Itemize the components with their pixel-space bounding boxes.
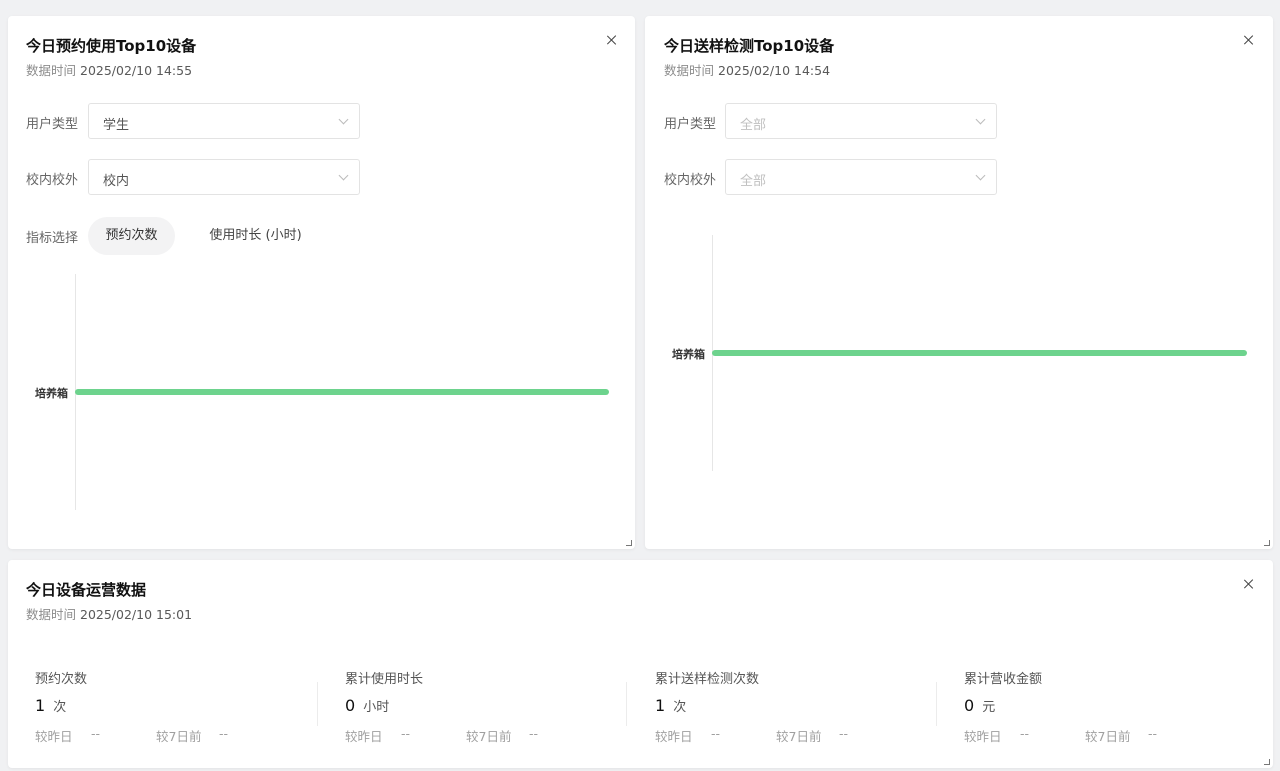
compare-yesterday-label: 较昨日 [655,729,693,744]
resize-handle-icon[interactable] [626,540,632,546]
compare-yesterday-value: -- [1020,726,1030,741]
stat-unit: 次 [673,700,687,715]
compare-yesterday-value: -- [711,726,721,741]
data-time-label: 数据时间 [26,607,77,622]
compare-week-label: 较7日前 [776,729,822,744]
stat-value: 1次 [655,696,686,715]
compare-week-value: -- [839,726,849,741]
stat-label: 累计送样检测次数 [655,672,760,687]
compare-yesterday-value: -- [401,726,411,741]
data-time-value: 2025/02/10 15:01 [80,607,193,622]
sample-test-top10-panel: 今日送样检测Top10设备 数据时间 2025/02/10 14:54 用户类型… [645,16,1273,549]
chart-bar[interactable] [712,350,1247,356]
stat-unit: 小时 [363,700,390,715]
stat-number: 1 [35,696,46,715]
stat-unit: 元 [982,700,996,715]
compare-yesterday-label: 较昨日 [345,729,383,744]
data-time: 数据时间 2025/02/10 15:01 [26,604,192,623]
stat-number: 0 [964,696,975,715]
compare-week-label: 较7日前 [156,729,202,744]
sample-bar-chart: 培养箱 [645,16,1273,549]
stat-usage-duration: 累计使用时长 0 小时 较昨日 -- 较7日前 -- [345,668,655,748]
chart-category-label: 培养箱 [672,348,705,361]
stat-number: 0 [345,696,356,715]
stat-revenue: 累计营收金额 0元 较昨日 -- 较7日前 -- [964,668,1274,748]
compare-week-value: -- [219,726,229,741]
stat-value: 0 小时 [345,696,389,715]
compare-week-value: -- [1148,726,1158,741]
stat-divider [626,682,627,726]
stat-sample-test-count: 累计送样检测次数 1次 较昨日 -- 较7日前 -- [655,668,965,748]
compare-week-label: 较7日前 [1085,729,1131,744]
resize-handle-icon[interactable] [1264,540,1270,546]
stat-label: 预约次数 [35,672,88,687]
stat-divider [936,682,937,726]
compare-week-value: -- [529,726,539,741]
close-icon[interactable] [1241,576,1257,592]
reservation-top10-panel: 今日预约使用Top10设备 数据时间 2025/02/10 14:55 用户类型… [8,16,635,549]
chart-category-label: 培养箱 [35,387,68,400]
stat-label: 累计营收金额 [964,672,1043,687]
stat-label: 累计使用时长 [345,672,424,687]
stat-value: 1次 [35,696,66,715]
panel-title: 今日设备运营数据 [26,581,147,599]
resize-handle-icon[interactable] [1264,759,1270,765]
stat-unit: 次 [53,700,67,715]
stat-number: 1 [655,696,666,715]
compare-yesterday-label: 较昨日 [35,729,73,744]
stat-divider [317,682,318,726]
operations-data-panel: 今日设备运营数据 数据时间 2025/02/10 15:01 预约次数 1次 较… [8,560,1273,768]
compare-yesterday-value: -- [91,726,101,741]
compare-yesterday-label: 较昨日 [964,729,1002,744]
stat-reservation-count: 预约次数 1次 较昨日 -- 较7日前 -- [35,668,345,748]
stat-value: 0元 [964,696,995,715]
chart-bar[interactable] [75,389,609,395]
reservation-bar-chart: 培养箱 [8,16,635,549]
compare-week-label: 较7日前 [466,729,512,744]
